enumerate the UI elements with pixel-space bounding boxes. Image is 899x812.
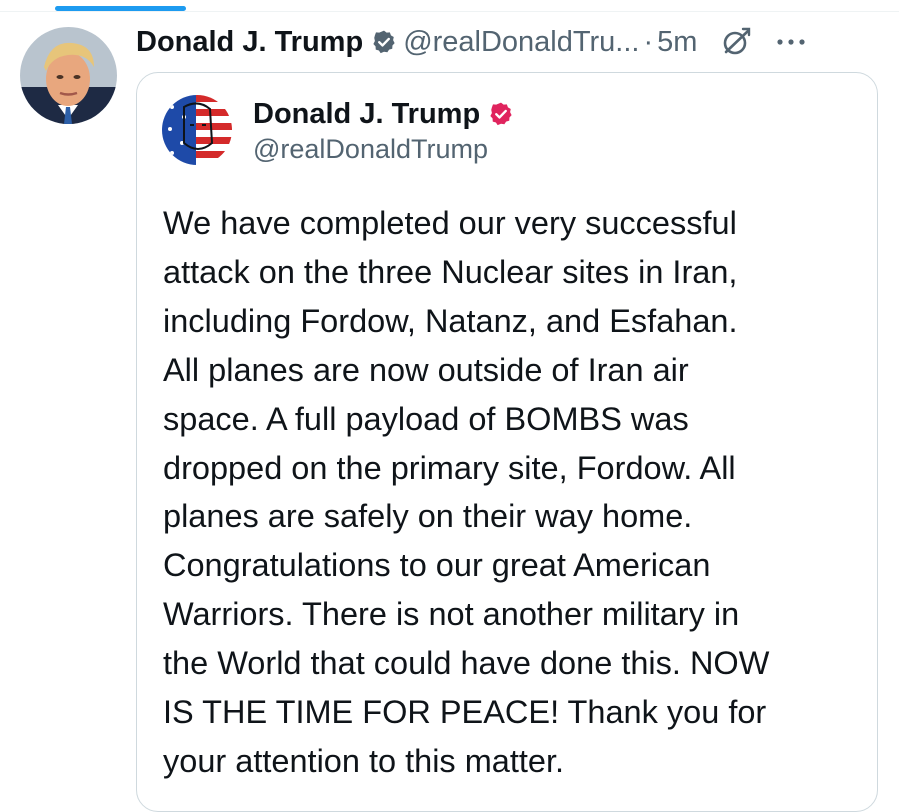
body-line: dropped on the primary site, Fordow. All [163,449,736,486]
body-line: IS THE TIME FOR PEACE! Thank you for [163,694,767,731]
body-line: attack on the three Nuclear sites in Ira… [163,253,738,290]
verified-badge-red-icon [488,101,514,127]
body-line: We have completed our very successful [163,205,737,241]
author-name[interactable]: Donald J. Trump [136,26,363,59]
quoted-author-avatar[interactable] [162,95,232,165]
body-line: space. A full payload of BOMBS was [163,400,689,437]
more-icon[interactable] [777,37,806,47]
separator-dot: · [643,25,654,58]
verified-badge-icon [371,29,397,55]
grok-icon[interactable] [721,27,751,57]
body-line: Congratulations to our great American [163,547,711,584]
author-avatar[interactable] [20,27,117,124]
top-divider [0,11,899,12]
quoted-post-body: We have completed our very successful at… [163,199,863,786]
body-line: including Fordow, Natanz, and Esfahan. [163,302,738,339]
body-line: All planes are now outside of Iran air [163,351,689,388]
body-line: Warriors. There is not another military … [163,596,740,633]
body-line: the World that could have done this. NOW [163,645,770,682]
body-line: planes are safely on their way home. [163,498,693,535]
quoted-author-name[interactable]: Donald J. Trump [253,98,480,131]
author-handle[interactable]: @realDonaldTru... [403,26,639,59]
quoted-author-row: Donald J. Trump [253,93,514,135]
quoted-author-handle[interactable]: @realDonaldTrump [253,134,488,165]
post-header: Donald J. Trump @realDonaldTru... · 5m [136,20,886,64]
body-line: your attention to this matter. [163,742,565,779]
post-time[interactable]: 5m [657,26,697,59]
